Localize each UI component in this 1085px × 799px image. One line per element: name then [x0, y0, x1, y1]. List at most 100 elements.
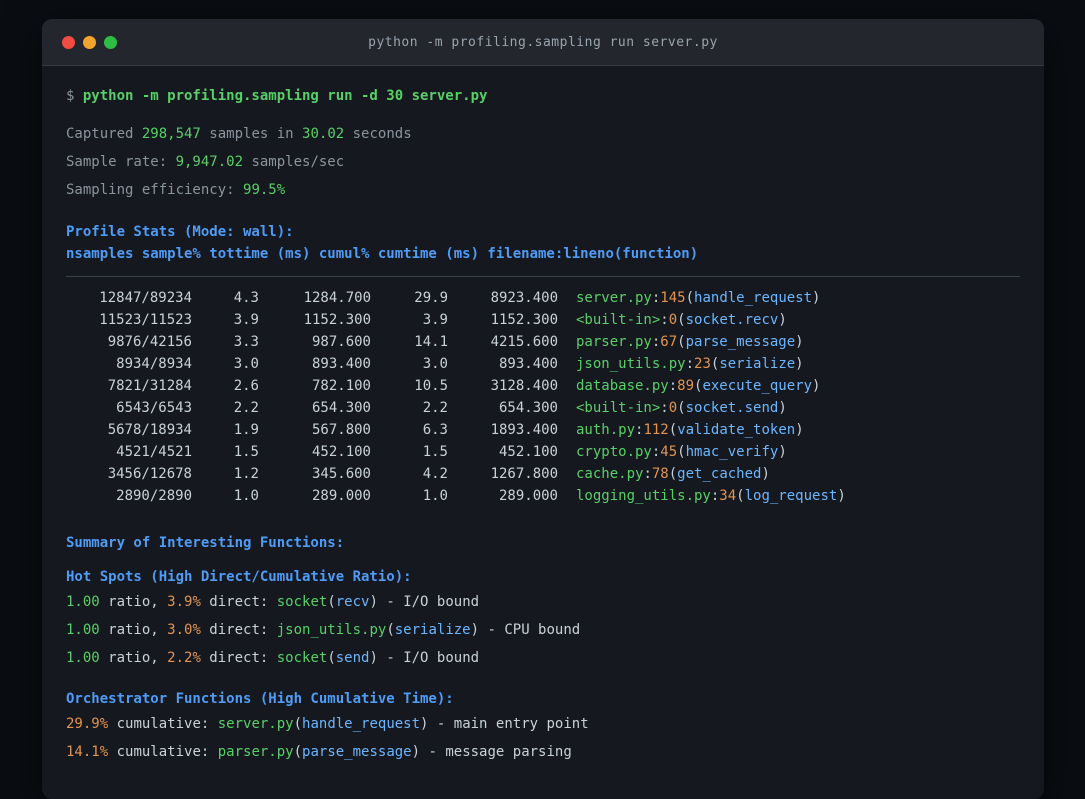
profile-stats-header: Profile Stats (Mode: wall): nsamples sam… [66, 221, 1020, 265]
text-segment: ) [470, 622, 480, 638]
sample-pct-cell: 3.0 [233, 356, 259, 372]
function-name: handle_request [694, 290, 813, 306]
text-segment: Captured [66, 126, 142, 142]
nsamples-cell: 8934/8934 [116, 356, 192, 372]
text-segment: ( [293, 716, 303, 732]
zoom-button[interactable] [104, 35, 117, 49]
paren: ( [677, 444, 686, 460]
colon: : [668, 378, 678, 394]
tottime-cell: 289.000 [311, 488, 371, 504]
tottime-cell: 893.400 [311, 356, 371, 372]
paren: ) [778, 400, 787, 416]
cumul-pct-cell: 10.5 [414, 378, 448, 394]
hot-spots-list: 1.00 ratio, 3.9% direct: socket(recv) - … [66, 588, 1020, 672]
text-segment: seconds [344, 126, 412, 142]
stats-table-row: 7821/31284 2.6 782.100 10.5 3128.400 database… [66, 375, 1020, 397]
function-name: serialize [719, 356, 796, 372]
location-cell: crypto.py:45(hmac_verify) [558, 441, 787, 463]
capture-stat-line: Captured 298,547 samples in 30.02 second… [66, 120, 1020, 148]
text-segment: 2.2% [167, 650, 201, 666]
file-name: crypto.py [576, 444, 652, 460]
stats-table-row: 8934/8934 3.0 893.400 3.0 893.400 json_utils.… [66, 353, 1020, 375]
file-name: database.py [576, 378, 669, 394]
close-button[interactable] [62, 35, 75, 49]
stats-table-row: 2890/2890 1.0 289.000 1.0 289.000 logging_uti… [66, 485, 1020, 507]
function-name: socket.recv [685, 312, 779, 328]
sample-pct-cell: 2.2 [233, 400, 259, 416]
text-segment: 1.00 [66, 622, 100, 638]
text-segment: ( [293, 744, 303, 760]
text-segment: 14.1% [66, 744, 109, 760]
cumtime-cell: 289.000 [498, 488, 558, 504]
stats-table-row: 11523/11523 3.9 1152.300 3.9 1152.300 <built-… [66, 309, 1020, 331]
function-name: execute_query [702, 378, 813, 394]
prompt-symbol: $ [66, 88, 83, 104]
paren: ) [761, 466, 770, 482]
text-segment: ratio, [99, 594, 168, 610]
tottime-cell: 1284.700 [303, 290, 371, 306]
window-title: python -m profiling.sampling run server.… [368, 34, 718, 50]
line-number: 23 [694, 356, 711, 372]
minimize-button[interactable] [83, 35, 96, 49]
paren: ( [685, 290, 695, 306]
function-name: get_cached [677, 466, 762, 482]
capture-stats: Captured 298,547 samples in 30.02 second… [66, 120, 1020, 204]
text-segment: cumulative: [108, 744, 218, 760]
paren: ) [795, 422, 804, 438]
command-text: python -m profiling.sampling run -d 30 s… [82, 88, 488, 104]
orchestrators-list: 29.9% cumulative: server.py(handle_reque… [66, 710, 1020, 766]
text-segment: server.py [217, 716, 294, 732]
cumtime-cell: 893.400 [498, 356, 558, 372]
line-number: 34 [719, 488, 737, 504]
line-number: 0 [668, 312, 678, 328]
tottime-cell: 987.600 [311, 334, 371, 350]
sample-pct-cell: 3.9 [233, 312, 259, 328]
line-number: 78 [651, 466, 669, 482]
cumtime-cell: 1152.300 [490, 312, 558, 328]
capture-stat-line: Sampling efficiency: 99.5% [66, 176, 1020, 204]
location-cell: auth.py:112(validate_token) [558, 419, 804, 441]
sample-pct-cell: 1.2 [233, 466, 259, 482]
line-number: 67 [660, 334, 678, 350]
sample-pct-cell: 1.0 [233, 488, 259, 504]
text-segment: 1.00 [66, 650, 100, 666]
text-segment: - I/O bound [377, 594, 480, 610]
hot-spots-heading: Hot Spots (High Direct/Cumulative Ratio)… [66, 569, 412, 585]
cumul-pct-cell: 6.3 [422, 422, 448, 438]
text-segment: send [335, 650, 370, 666]
nsamples-cell: 6543/6543 [116, 400, 192, 416]
colon: : [660, 312, 669, 328]
terminal-content: $ python -m profiling.sampling run -d 30… [42, 66, 1044, 766]
orchestrator-line: 29.9% cumulative: server.py(handle_reque… [66, 710, 1020, 738]
text-segment: ( [327, 650, 336, 666]
location-cell: <built-in>:0(socket.send) [558, 397, 787, 419]
text-segment: - main entry point [428, 716, 589, 732]
cumtime-cell: 1893.400 [490, 422, 558, 438]
text-segment: - message parsing [420, 744, 572, 760]
cumtime-cell: 8923.400 [490, 290, 558, 306]
stats-table-row: 3456/12678 1.2 345.600 4.2 1267.800 cache.py:… [66, 463, 1020, 485]
file-name: <built-in> [576, 400, 661, 416]
cumul-pct-cell: 1.5 [422, 444, 448, 460]
text-segment: 9,947.02 [175, 154, 244, 170]
file-name: parser.py [576, 334, 652, 350]
text-segment: 29.9% [66, 716, 109, 732]
text-segment: recv [335, 594, 370, 610]
paren: ( [668, 466, 678, 482]
cumul-pct-cell: 29.9 [414, 290, 448, 306]
paren: ) [778, 444, 787, 460]
text-segment: direct: [200, 622, 277, 638]
terminal-window: python -m profiling.sampling run server.… [42, 19, 1044, 799]
location-cell: server.py:145(handle_request) [558, 287, 820, 309]
nsamples-cell: 5678/18934 [107, 422, 192, 438]
text-segment: 298,547 [141, 126, 201, 142]
tottime-cell: 452.100 [311, 444, 371, 460]
hot-spot-line: 1.00 ratio, 2.2% direct: socket(send) - … [66, 644, 1020, 672]
location-cell: database.py:89(execute_query) [558, 375, 820, 397]
command-line: $ python -m profiling.sampling run -d 30… [66, 85, 1020, 107]
file-name: <built-in> [576, 312, 661, 328]
nsamples-cell: 4521/4521 [116, 444, 192, 460]
profile-stats-heading: Profile Stats (Mode: wall): [66, 224, 294, 240]
orchestrator-line: 14.1% cumulative: parser.py(parse_messag… [66, 738, 1020, 766]
orchestrators-heading: Orchestrator Functions (High Cumulative … [66, 691, 454, 707]
